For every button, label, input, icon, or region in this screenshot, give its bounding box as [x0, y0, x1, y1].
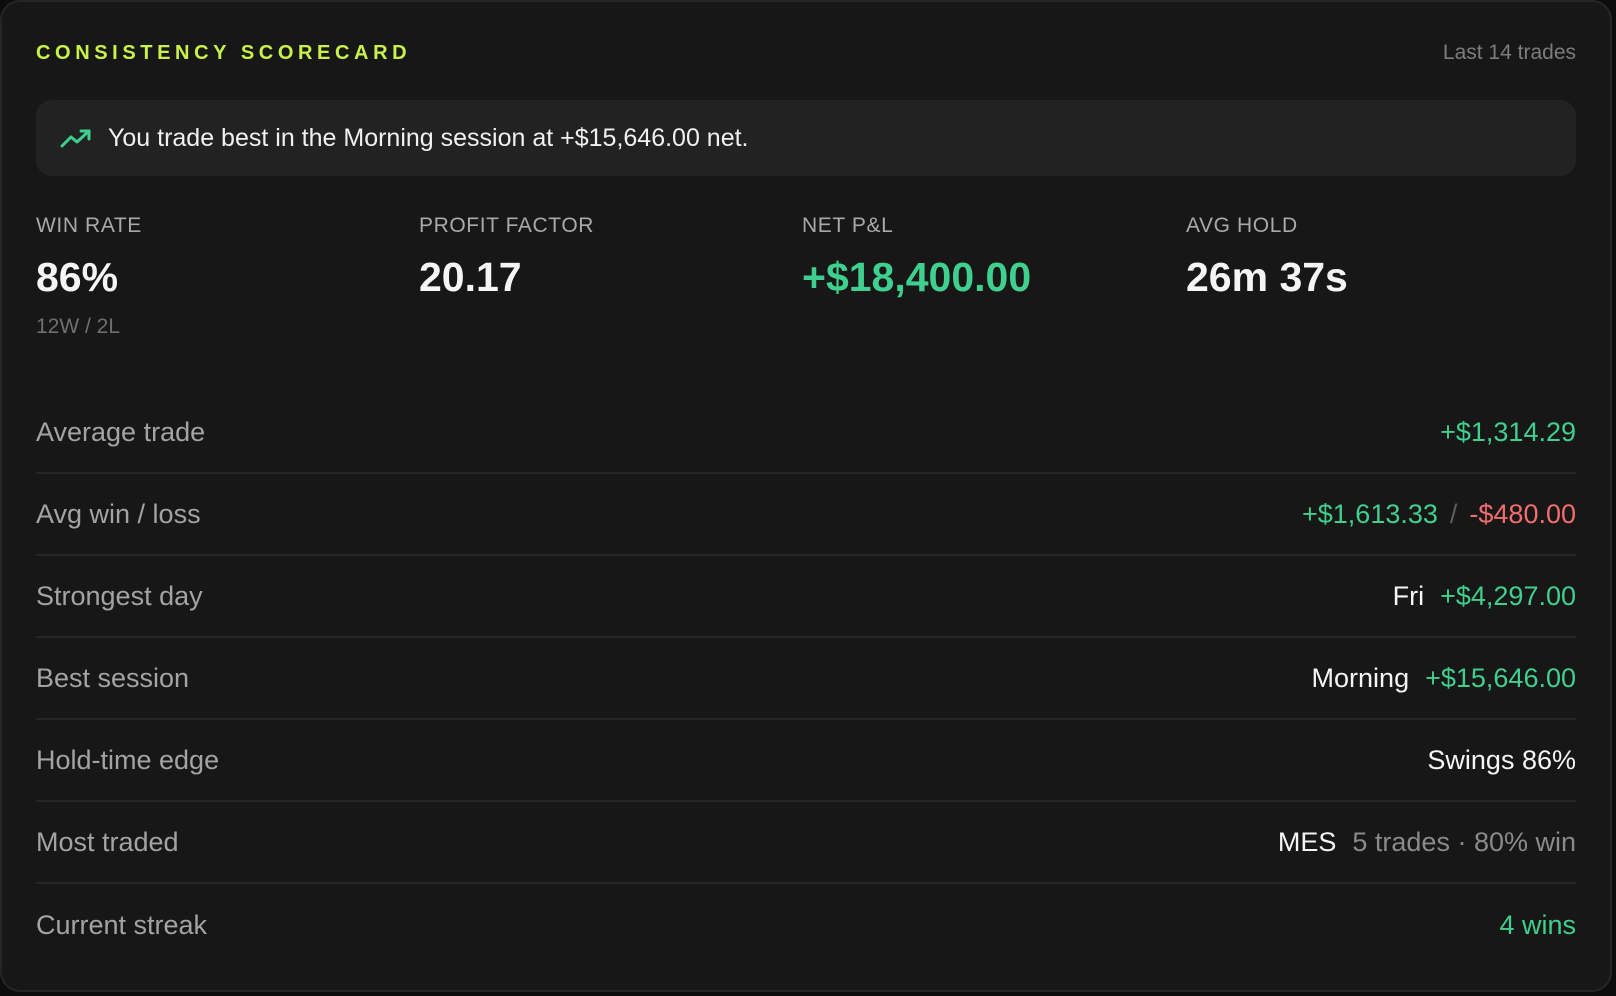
row-value: Fri +$4,297.00: [1393, 581, 1576, 612]
insight-banner: You trade best in the Morning session at…: [36, 100, 1576, 176]
card-title: CONSISTENCY SCORECARD: [36, 41, 412, 64]
row-hold-time-edge: Hold-time edge Swings 86%: [36, 720, 1576, 802]
stat-value: 86%: [36, 254, 119, 300]
most-traded-detail: 5 trades · 80% win: [1352, 826, 1576, 857]
stat-label: PROFIT FACTOR: [419, 214, 595, 237]
row-value: MES 5 trades · 80% win: [1278, 827, 1576, 858]
row-most-traded: Most traded MES 5 trades · 80% win: [36, 802, 1576, 884]
row-value: 4 wins: [1499, 910, 1576, 941]
stat-sub: 12W / 2L: [36, 315, 121, 338]
avg-loss-value: -$480.00: [1469, 498, 1576, 529]
current-streak-value: 4 wins: [1499, 909, 1576, 940]
row-label: Best session: [36, 662, 190, 693]
stat-net-pnl: NET P&L +$18,400.00: [802, 214, 1031, 301]
trending-up-icon: [60, 127, 92, 149]
row-value: +$1,613.33 / -$480.00: [1302, 499, 1576, 530]
card-header: CONSISTENCY SCORECARD Last 14 trades: [36, 38, 1576, 68]
best-session-name: Morning: [1311, 662, 1410, 693]
strongest-day-value: +$4,297.00: [1440, 580, 1576, 611]
row-value: Swings 86%: [1427, 745, 1576, 776]
stat-value: 20.17: [419, 254, 522, 300]
best-session-value: +$15,646.00: [1425, 662, 1576, 693]
stat-value: 26m 37s: [1186, 254, 1348, 300]
trade-range-label: Last 14 trades: [1442, 41, 1576, 64]
metrics-list: Average trade +$1,314.29 Avg win / loss …: [36, 392, 1576, 966]
row-best-session: Best session Morning +$15,646.00: [36, 638, 1576, 720]
stat-value: +$18,400.00: [802, 254, 1032, 300]
row-label: Strongest day: [36, 580, 203, 611]
most-traded-symbol: MES: [1277, 826, 1337, 857]
strongest-day-name: Fri: [1392, 580, 1425, 611]
win-loss-separator: /: [1449, 498, 1458, 529]
row-value: +$1,314.29: [1440, 417, 1576, 448]
row-avg-win-loss: Avg win / loss +$1,613.33 / -$480.00: [36, 474, 1576, 556]
row-label: Current streak: [36, 909, 208, 940]
stat-label: WIN RATE: [36, 214, 142, 237]
insight-text: You trade best in the Morning session at…: [108, 123, 749, 152]
row-value: Morning +$15,646.00: [1312, 663, 1576, 694]
row-label: Most traded: [36, 826, 179, 857]
scorecard-card: CONSISTENCY SCORECARD Last 14 trades You…: [0, 0, 1612, 992]
row-average-trade: Average trade +$1,314.29: [36, 392, 1576, 474]
stat-avg-hold: AVG HOLD 26m 37s: [1186, 214, 1348, 301]
row-strongest-day: Strongest day Fri +$4,297.00: [36, 556, 1576, 638]
row-label: Average trade: [36, 416, 206, 447]
row-label: Avg win / loss: [36, 498, 201, 529]
stat-label: AVG HOLD: [1186, 214, 1298, 237]
average-trade-value: +$1,314.29: [1440, 416, 1576, 447]
stat-profit-factor: PROFIT FACTOR 20.17: [419, 214, 594, 301]
stat-win-rate: WIN RATE 86% 12W / 2L: [36, 214, 142, 339]
row-label: Hold-time edge: [36, 744, 220, 775]
stats-grid: WIN RATE 86% 12W / 2L PROFIT FACTOR 20.1…: [36, 214, 1576, 354]
stat-label: NET P&L: [802, 214, 894, 237]
row-current-streak: Current streak 4 wins: [36, 884, 1576, 966]
avg-win-value: +$1,613.33: [1302, 498, 1438, 529]
hold-time-edge-value: Swings 86%: [1427, 744, 1576, 775]
